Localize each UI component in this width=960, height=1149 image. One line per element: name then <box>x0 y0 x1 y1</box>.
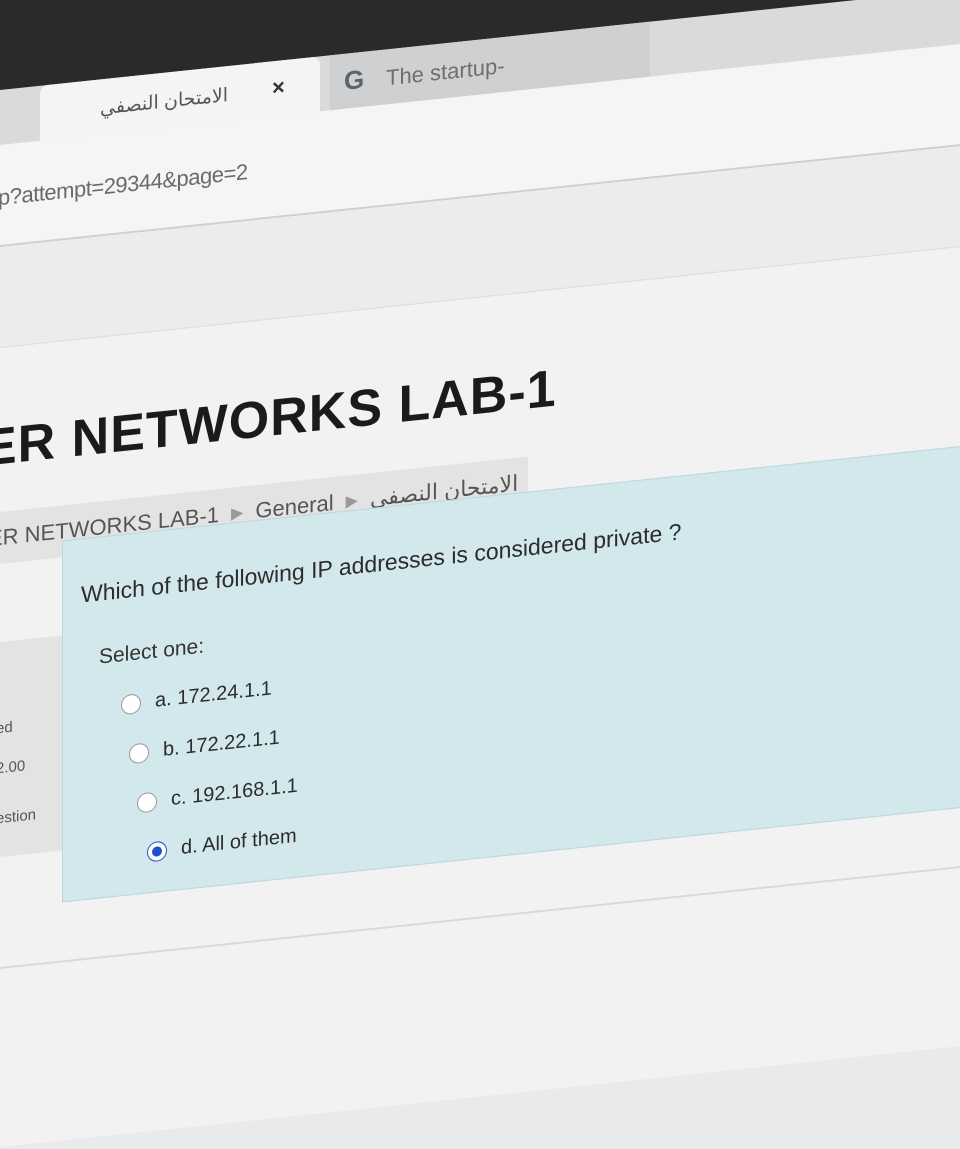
url-text[interactable]: p?attempt=29344&page=2 <box>0 159 248 211</box>
option-a[interactable]: a. 172.24.1.1 <box>121 677 272 716</box>
question-marks: 2.00 <box>0 757 26 778</box>
select-one-label: Select one: <box>99 634 205 669</box>
tab-exam-title: الامتحان النصفي <box>100 85 229 120</box>
screen-scene: الامتحان النصفي × G The startup- p?attem… <box>0 0 960 1148</box>
radio-option-a[interactable] <box>121 692 141 715</box>
option-d-label: d. All of them <box>181 824 297 859</box>
option-d[interactable]: d. All of them <box>147 825 297 864</box>
page-content: ER NETWORKS LAB-1 ER NETWORKS LAB-1 ▶ Ge… <box>0 146 960 1148</box>
option-b-label: b. 172.22.1.1 <box>163 726 280 761</box>
question-status: ed <box>0 718 13 738</box>
radio-option-c[interactable] <box>137 790 157 814</box>
tab-startup-title: The startup- <box>386 52 505 91</box>
flag-question[interactable]: estion <box>0 806 36 827</box>
radio-option-d-selected[interactable] <box>147 839 167 863</box>
course-title: ER NETWORKS LAB-1 <box>0 359 557 478</box>
google-g-icon: G <box>344 63 365 96</box>
option-c-label: c. 192.168.1.1 <box>171 774 298 811</box>
radio-option-b[interactable] <box>129 741 149 764</box>
question-text: Which of the following IP addresses is c… <box>81 518 682 608</box>
option-b[interactable]: b. 172.22.1.1 <box>129 727 280 766</box>
option-a-label: a. 172.24.1.1 <box>155 677 272 712</box>
close-tab-icon[interactable]: × <box>272 74 285 101</box>
option-c[interactable]: c. 192.168.1.1 <box>137 775 298 815</box>
